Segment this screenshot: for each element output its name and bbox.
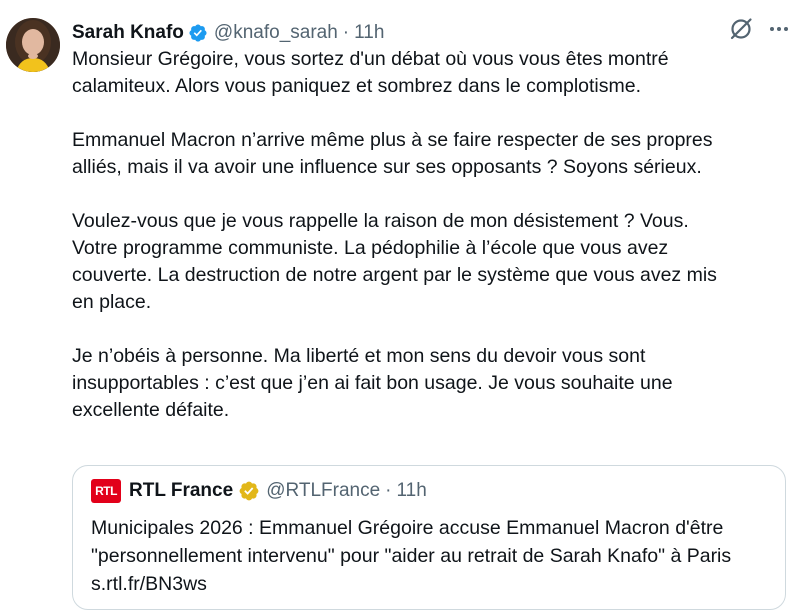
quoted-tweet[interactable]: RTL RTL France @RTLFrance · 11h Municipa… [72,465,786,610]
grok-icon[interactable] [728,16,754,42]
verified-badge-icon[interactable] [188,23,208,43]
more-icon[interactable] [768,18,790,40]
quoted-author-handle: @RTLFrance [266,480,381,501]
author-handle[interactable]: @knafo_sarah [214,22,338,44]
tweet-text: Monsieur Grégoire, vous sortez d'un déba… [72,48,717,421]
quoted-author-name: RTL France [129,480,234,501]
tweet-header: Sarah Knafo @knafo_sarah · 11h [72,20,384,46]
gold-verified-badge-icon [238,480,260,502]
quoted-separator-dot: · [385,480,392,501]
author-name[interactable]: Sarah Knafo [72,22,184,44]
quoted-tweet-text: Municipales 2026 : Emmanuel Grégoire acc… [91,517,732,595]
separator-dot: · [342,22,350,43]
author-avatar[interactable] [6,18,60,72]
tweet-actions [728,16,790,42]
quoted-timestamp: 11h [396,480,427,501]
rtl-logo: RTL [91,479,121,503]
tweet-timestamp[interactable]: 11h [354,22,384,44]
quoted-tweet-header: RTL RTL France @RTLFrance · 11h [91,478,427,504]
